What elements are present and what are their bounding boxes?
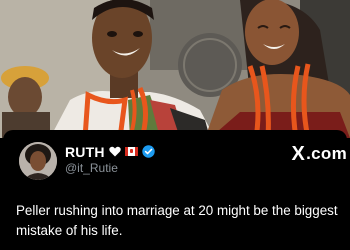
avatar[interactable] (19, 142, 57, 180)
x-logo: X .com (291, 144, 347, 164)
name-row: RUTH (65, 143, 155, 160)
couple-photo (0, 0, 350, 138)
tweet-card: RUTH @it_Rutie X .com Peller rushing int… (3, 130, 347, 250)
x-icon: X (291, 143, 306, 165)
avatar-image (19, 142, 57, 180)
photo (0, 0, 350, 138)
tweet-text: Peller rushing into marriage at 20 might… (16, 203, 338, 238)
heart-icon (108, 146, 121, 157)
handle[interactable]: @it_Rutie (65, 161, 118, 175)
display-name[interactable]: RUTH (65, 144, 105, 160)
verified-icon (141, 145, 155, 158)
canada-flag-icon (124, 147, 138, 156)
x-logo-text: .com (306, 144, 347, 163)
